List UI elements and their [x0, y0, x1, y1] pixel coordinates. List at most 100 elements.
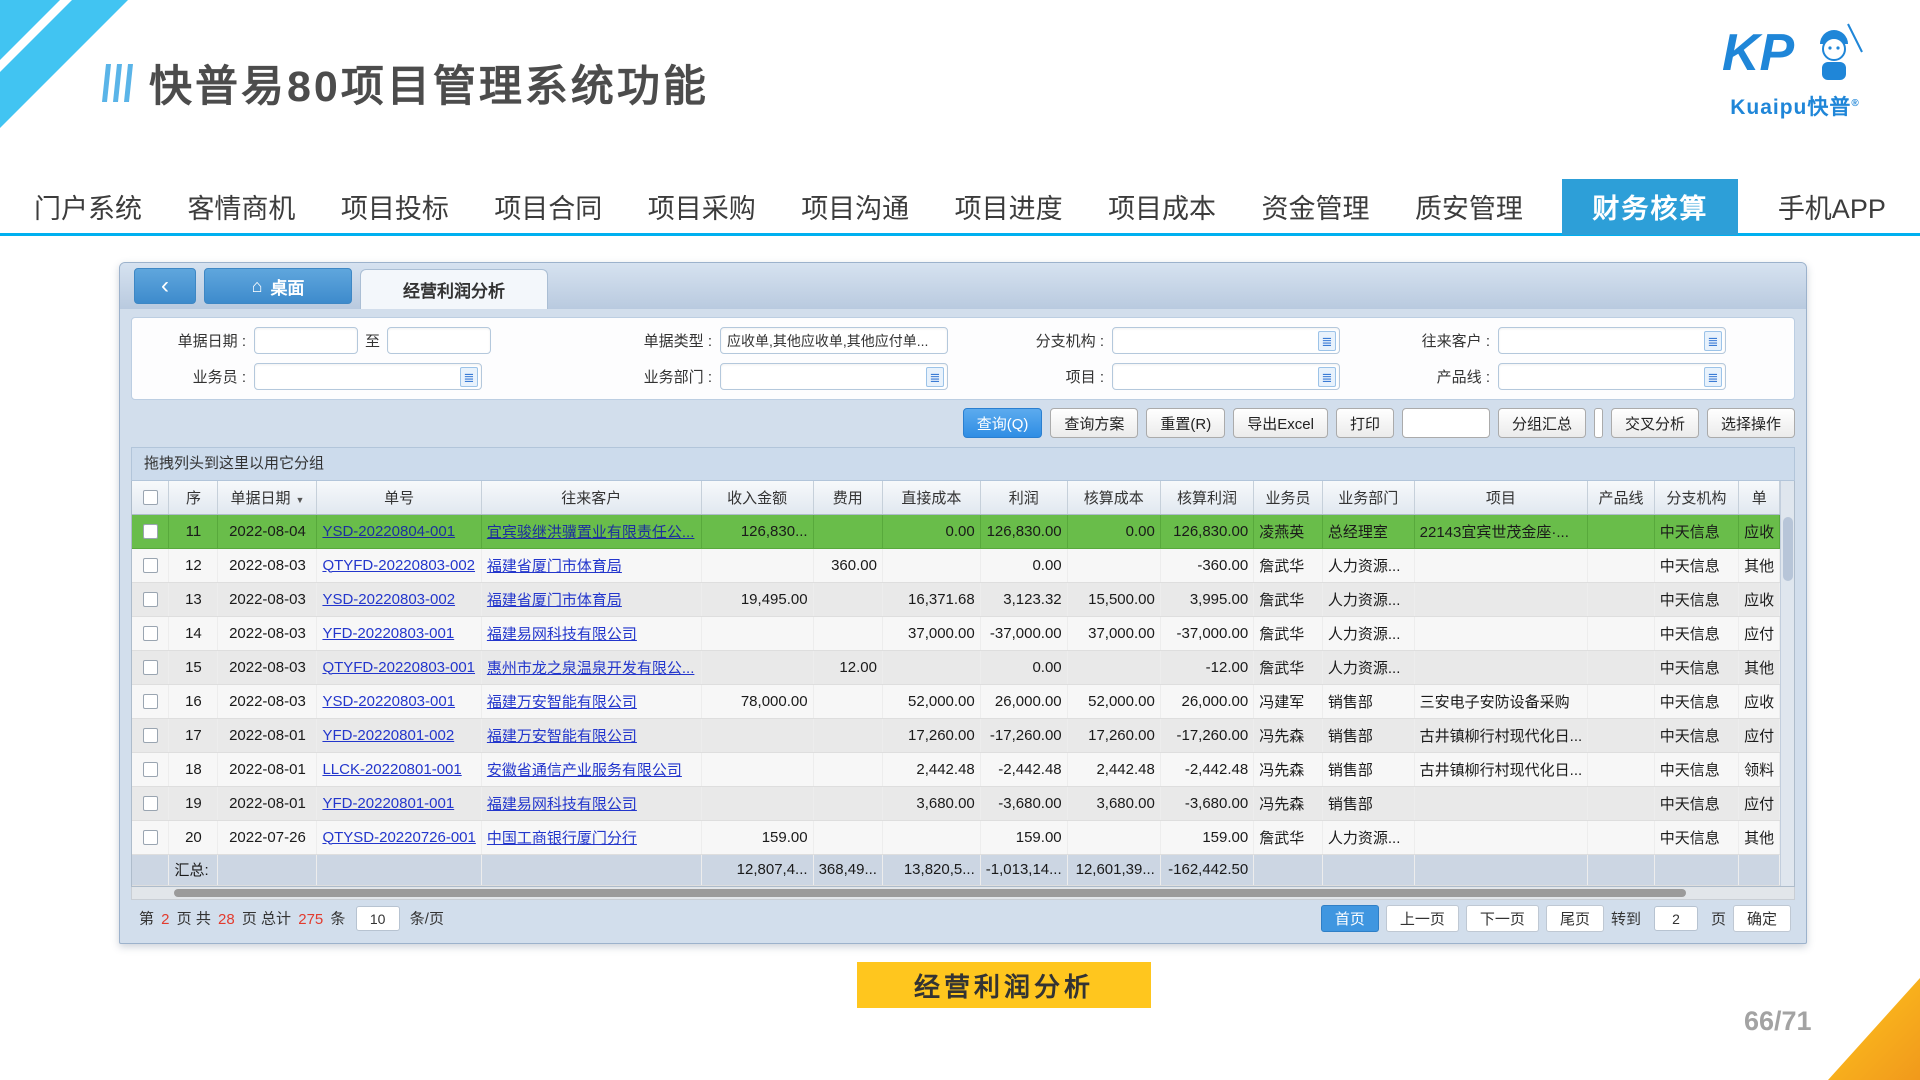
cell-docno[interactable]: YFD-20220801-001: [317, 786, 481, 820]
date-to-input[interactable]: [387, 327, 491, 354]
table-row-19[interactable]: 192022-08-01YFD-20220801-001福建易网科技有限公司3,…: [132, 786, 1780, 820]
vertical-scrollbar[interactable]: [1780, 481, 1794, 886]
cell-customer[interactable]: 福建万安智能有限公司: [481, 684, 701, 718]
col-header-customer[interactable]: 往来客户: [481, 481, 701, 514]
nav-item-4[interactable]: 项目合同: [488, 179, 608, 235]
col-header-product[interactable]: 产品线: [1588, 481, 1655, 514]
docno-link[interactable]: QTYFD-20220803-002: [322, 557, 475, 574]
print-button[interactable]: 打印: [1336, 408, 1394, 438]
prev-page-button[interactable]: 上一页: [1386, 905, 1459, 932]
table-row-11[interactable]: 112022-08-04YSD-20220804-001宜宾骏继洪骥置业有限责任…: [132, 514, 1780, 548]
customer-link[interactable]: 福建省厦门市体育局: [487, 558, 622, 575]
col-header-project[interactable]: 项目: [1414, 481, 1588, 514]
table-row-13[interactable]: 132022-08-03YSD-20220803-002福建省厦门市体育局19,…: [132, 582, 1780, 616]
nav-item-5[interactable]: 项目采购: [642, 179, 762, 235]
customer-link[interactable]: 中国工商银行厦门分行: [487, 830, 637, 847]
customer-link[interactable]: 福建万安智能有限公司: [487, 728, 637, 745]
col-header-income[interactable]: 收入金额: [701, 481, 813, 514]
table-row-12[interactable]: 122022-08-03QTYFD-20220803-002福建省厦门市体育局3…: [132, 548, 1780, 582]
docno-link[interactable]: YFD-20220803-001: [322, 625, 454, 642]
docno-link[interactable]: YSD-20220804-001: [322, 523, 455, 540]
nav-item-11[interactable]: 财务核算: [1562, 179, 1738, 235]
table-row-20[interactable]: 202022-07-26QTYSD-20220726-001中国工商银行厦门分行…: [132, 820, 1780, 854]
cell-customer[interactable]: 福建易网科技有限公司: [481, 786, 701, 820]
table-row-15[interactable]: 152022-08-03QTYFD-20220803-001惠州市龙之泉温泉开发…: [132, 650, 1780, 684]
product-line-input[interactable]: ≣: [1498, 363, 1726, 390]
row-checkbox[interactable]: [143, 626, 158, 641]
table-row-17[interactable]: 172022-08-01YFD-20220801-002福建万安智能有限公司17…: [132, 718, 1780, 752]
lookup-icon[interactable]: ≣: [1704, 331, 1722, 351]
cell-customer[interactable]: 福建省厦门市体育局: [481, 548, 701, 582]
cell-docno[interactable]: LLCK-20220801-001: [317, 752, 481, 786]
lookup-icon[interactable]: ≣: [1318, 367, 1336, 387]
row-checkbox[interactable]: [143, 660, 158, 675]
customer-link[interactable]: 宜宾骏继洪骥置业有限责任公...: [487, 524, 695, 541]
docno-link[interactable]: YFD-20220801-001: [322, 795, 454, 812]
lookup-icon[interactable]: ≣: [460, 367, 478, 387]
query-button[interactable]: 查询(Q): [963, 408, 1043, 438]
col-header-profit[interactable]: 利润: [980, 481, 1067, 514]
cell-docno[interactable]: YFD-20220803-001: [317, 616, 481, 650]
nav-item-12[interactable]: 手机APP: [1772, 179, 1892, 235]
cell-customer[interactable]: 福建省厦门市体育局: [481, 582, 701, 616]
horizontal-scrollbar[interactable]: [131, 887, 1795, 900]
row-checkbox[interactable]: [143, 830, 158, 845]
select-all-checkbox[interactable]: [143, 490, 158, 505]
customer-input[interactable]: ≣: [1498, 327, 1726, 354]
nav-item-10[interactable]: 质安管理: [1409, 179, 1529, 235]
col-header-salesman[interactable]: 业务员: [1254, 481, 1323, 514]
col-header-branch[interactable]: 分支机构: [1654, 481, 1738, 514]
first-page-button[interactable]: 首页: [1321, 905, 1379, 932]
col-header-direct_cost[interactable]: 直接成本: [882, 481, 980, 514]
select-operation-button[interactable]: 选择操作: [1707, 408, 1795, 438]
cell-customer[interactable]: 福建易网科技有限公司: [481, 616, 701, 650]
cell-docno[interactable]: YSD-20220803-001: [317, 684, 481, 718]
cell-customer[interactable]: 宜宾骏继洪骥置业有限责任公...: [481, 514, 701, 548]
customer-link[interactable]: 福建易网科技有限公司: [487, 796, 637, 813]
customer-link[interactable]: 安徽省通信产业服务有限公司: [487, 762, 682, 779]
col-header-seq[interactable]: 序: [169, 481, 218, 514]
col-header-fee[interactable]: 费用: [813, 481, 882, 514]
docno-link[interactable]: YFD-20220801-002: [322, 727, 454, 744]
table-row-14[interactable]: 142022-08-03YFD-20220803-001福建易网科技有限公司37…: [132, 616, 1780, 650]
goto-page-input[interactable]: [1654, 906, 1698, 931]
table-row-16[interactable]: 162022-08-03YSD-20220803-001福建万安智能有限公司78…: [132, 684, 1780, 718]
cell-customer[interactable]: 惠州市龙之泉温泉开发有限公...: [481, 650, 701, 684]
tab-desktop[interactable]: ⌂ 桌面: [204, 268, 352, 304]
nav-item-6[interactable]: 项目沟通: [795, 179, 915, 235]
cell-docno[interactable]: YSD-20220804-001: [317, 514, 481, 548]
group-summary-button[interactable]: 分组汇总: [1498, 408, 1586, 438]
cell-docno[interactable]: QTYFD-20220803-001: [317, 650, 481, 684]
cell-customer[interactable]: 福建万安智能有限公司: [481, 718, 701, 752]
confirm-button[interactable]: 确定: [1733, 905, 1791, 932]
export-excel-button[interactable]: 导出Excel: [1233, 408, 1328, 438]
project-input[interactable]: ≣: [1112, 363, 1340, 390]
lookup-icon[interactable]: ≣: [926, 367, 944, 387]
group-drop-zone[interactable]: 拖拽列头到这里以用它分组: [131, 447, 1795, 481]
salesman-input[interactable]: ≣: [254, 363, 482, 390]
last-page-button[interactable]: 尾页: [1546, 905, 1604, 932]
nav-item-2[interactable]: 客情商机: [181, 179, 301, 235]
row-checkbox[interactable]: [143, 728, 158, 743]
cell-docno[interactable]: YSD-20220803-002: [317, 582, 481, 616]
col-header-acct_profit[interactable]: 核算利润: [1160, 481, 1253, 514]
doc-type-input[interactable]: [720, 327, 948, 354]
cell-docno[interactable]: YFD-20220801-002: [317, 718, 481, 752]
lookup-icon[interactable]: ≣: [1704, 367, 1722, 387]
cell-docno[interactable]: QTYSD-20220726-001: [317, 820, 481, 854]
customer-link[interactable]: 福建易网科技有限公司: [487, 626, 637, 643]
row-checkbox[interactable]: [143, 796, 158, 811]
nav-item-8[interactable]: 项目成本: [1102, 179, 1222, 235]
tab-profit-analysis[interactable]: 经营利润分析: [360, 269, 548, 309]
reset-button[interactable]: 重置(R): [1146, 408, 1225, 438]
col-header-dept[interactable]: 业务部门: [1322, 481, 1414, 514]
docno-link[interactable]: YSD-20220803-001: [322, 693, 455, 710]
docno-link[interactable]: LLCK-20220801-001: [322, 761, 461, 778]
cell-docno[interactable]: QTYFD-20220803-002: [317, 548, 481, 582]
date-from-input[interactable]: [254, 327, 358, 354]
horizontal-scrollbar-thumb[interactable]: [174, 889, 1686, 897]
cell-customer[interactable]: 中国工商银行厦门分行: [481, 820, 701, 854]
docno-link[interactable]: YSD-20220803-002: [322, 591, 455, 608]
back-button[interactable]: ‹: [134, 268, 196, 304]
row-checkbox[interactable]: [143, 592, 158, 607]
